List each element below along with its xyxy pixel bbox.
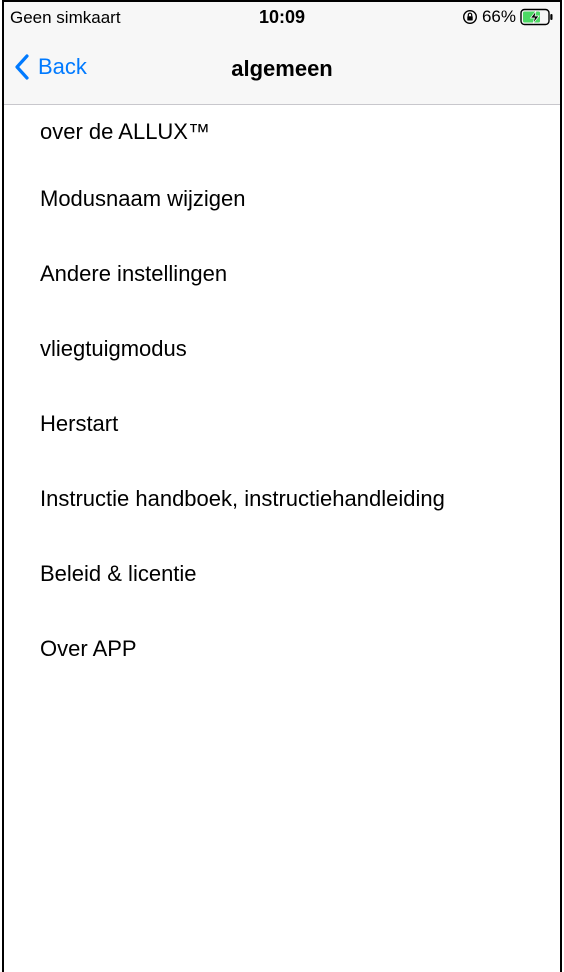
navigation-bar: Back algemeen	[4, 40, 560, 105]
menu-item-restart[interactable]: Herstart	[4, 386, 560, 461]
back-button[interactable]: Back	[14, 54, 87, 80]
phone-screen: Geen simkaart 10:09 66% Back algemeen ov…	[2, 0, 562, 972]
status-bar: Geen simkaart 10:09 66%	[4, 0, 560, 40]
status-right-group: 66%	[462, 7, 554, 27]
orientation-lock-icon	[462, 9, 478, 25]
menu-item-policy-license[interactable]: Beleid & licentie	[4, 536, 560, 611]
menu-item-about-app[interactable]: Over APP	[4, 611, 560, 686]
carrier-label: Geen simkaart	[10, 8, 121, 27]
settings-menu-list: over de ALLUX™ Modusnaam wijzigen Andere…	[4, 105, 560, 686]
menu-item-airplane-mode[interactable]: vliegtuigmodus	[4, 311, 560, 386]
chevron-left-icon	[14, 54, 30, 80]
menu-item-instruction-manual[interactable]: Instructie handboek, instructiehandleidi…	[4, 461, 560, 536]
menu-item-other-settings[interactable]: Andere instellingen	[4, 236, 560, 311]
battery-charging-icon	[520, 8, 554, 26]
menu-item-change-mode-name[interactable]: Modusnaam wijzigen	[4, 161, 560, 236]
page-title: algemeen	[231, 56, 333, 81]
menu-item-about-allux[interactable]: over de ALLUX™	[4, 105, 560, 161]
battery-percent: 66%	[481, 7, 516, 26]
back-button-label: Back	[38, 54, 87, 79]
